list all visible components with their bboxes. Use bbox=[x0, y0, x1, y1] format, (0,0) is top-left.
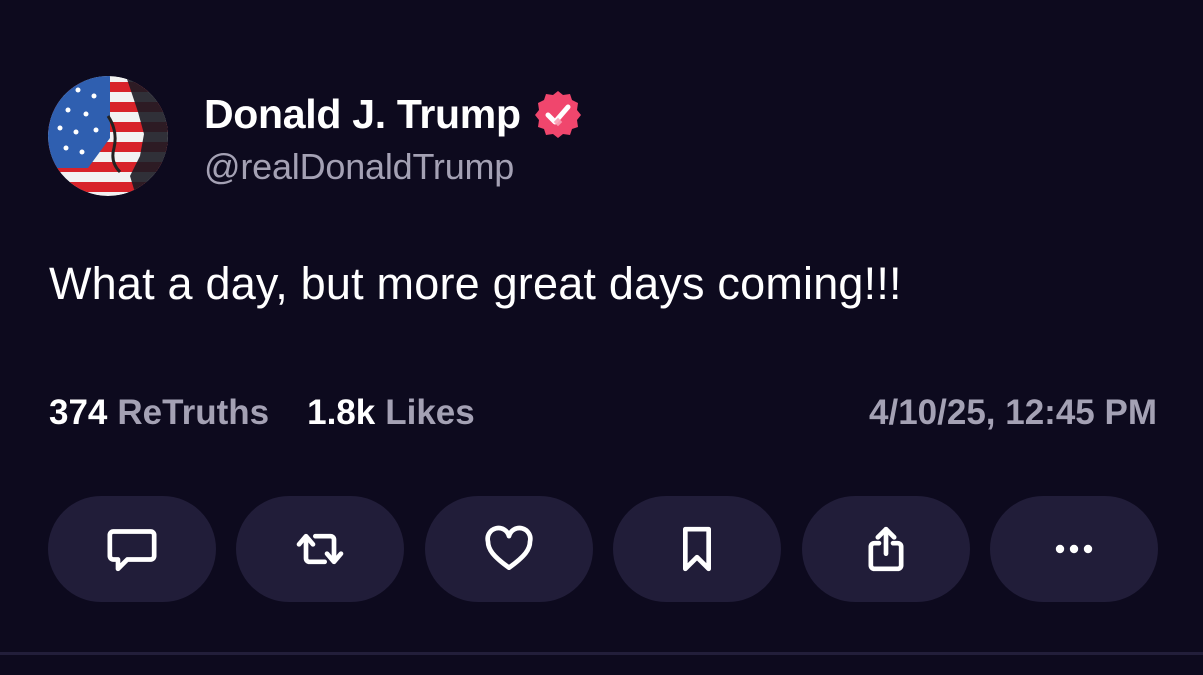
speech-bubble-icon bbox=[107, 529, 157, 572]
heart-icon bbox=[485, 525, 533, 570]
divider bbox=[0, 652, 1203, 655]
avatar[interactable] bbox=[48, 76, 168, 196]
repost-arrows-icon bbox=[297, 533, 344, 565]
like-button[interactable] bbox=[424, 496, 593, 602]
post-timestamp: 4/10/25, 12:45 PM bbox=[869, 393, 1157, 432]
likes-label: Likes bbox=[385, 393, 475, 432]
action-bar bbox=[48, 496, 1158, 602]
share-icon bbox=[868, 526, 904, 572]
more-dots-icon bbox=[1055, 544, 1093, 554]
retruths-count: 374 bbox=[49, 393, 108, 432]
name-row: Donald J. Trump bbox=[204, 84, 583, 144]
likes-count: 1.8k bbox=[307, 393, 376, 432]
verified-badge-icon bbox=[533, 89, 583, 139]
post-card: Donald J. Trump @realDonaldTrump What a … bbox=[0, 0, 1203, 675]
bookmark-icon bbox=[683, 526, 712, 572]
more-button[interactable] bbox=[989, 496, 1158, 602]
post-text: What a day, but more great days coming!!… bbox=[49, 258, 902, 309]
retruths-label: ReTruths bbox=[117, 393, 270, 432]
bookmark-button[interactable] bbox=[613, 496, 782, 602]
retruths-stat[interactable]: 374 ReTruths bbox=[49, 393, 269, 433]
author-display-name[interactable]: Donald J. Trump bbox=[204, 91, 521, 138]
retruth-button[interactable] bbox=[236, 496, 405, 602]
share-button[interactable] bbox=[801, 496, 970, 602]
author-info: Donald J. Trump @realDonaldTrump bbox=[204, 84, 583, 188]
reply-button[interactable] bbox=[48, 496, 216, 602]
likes-stat[interactable]: 1.8k Likes bbox=[307, 393, 475, 433]
author-handle[interactable]: @realDonaldTrump bbox=[204, 146, 583, 188]
avatar-image bbox=[48, 76, 168, 196]
post-header: Donald J. Trump @realDonaldTrump bbox=[48, 75, 583, 197]
post-stats: 374 ReTruths 1.8k Likes 4/10/25, 12:45 P… bbox=[49, 392, 1157, 434]
